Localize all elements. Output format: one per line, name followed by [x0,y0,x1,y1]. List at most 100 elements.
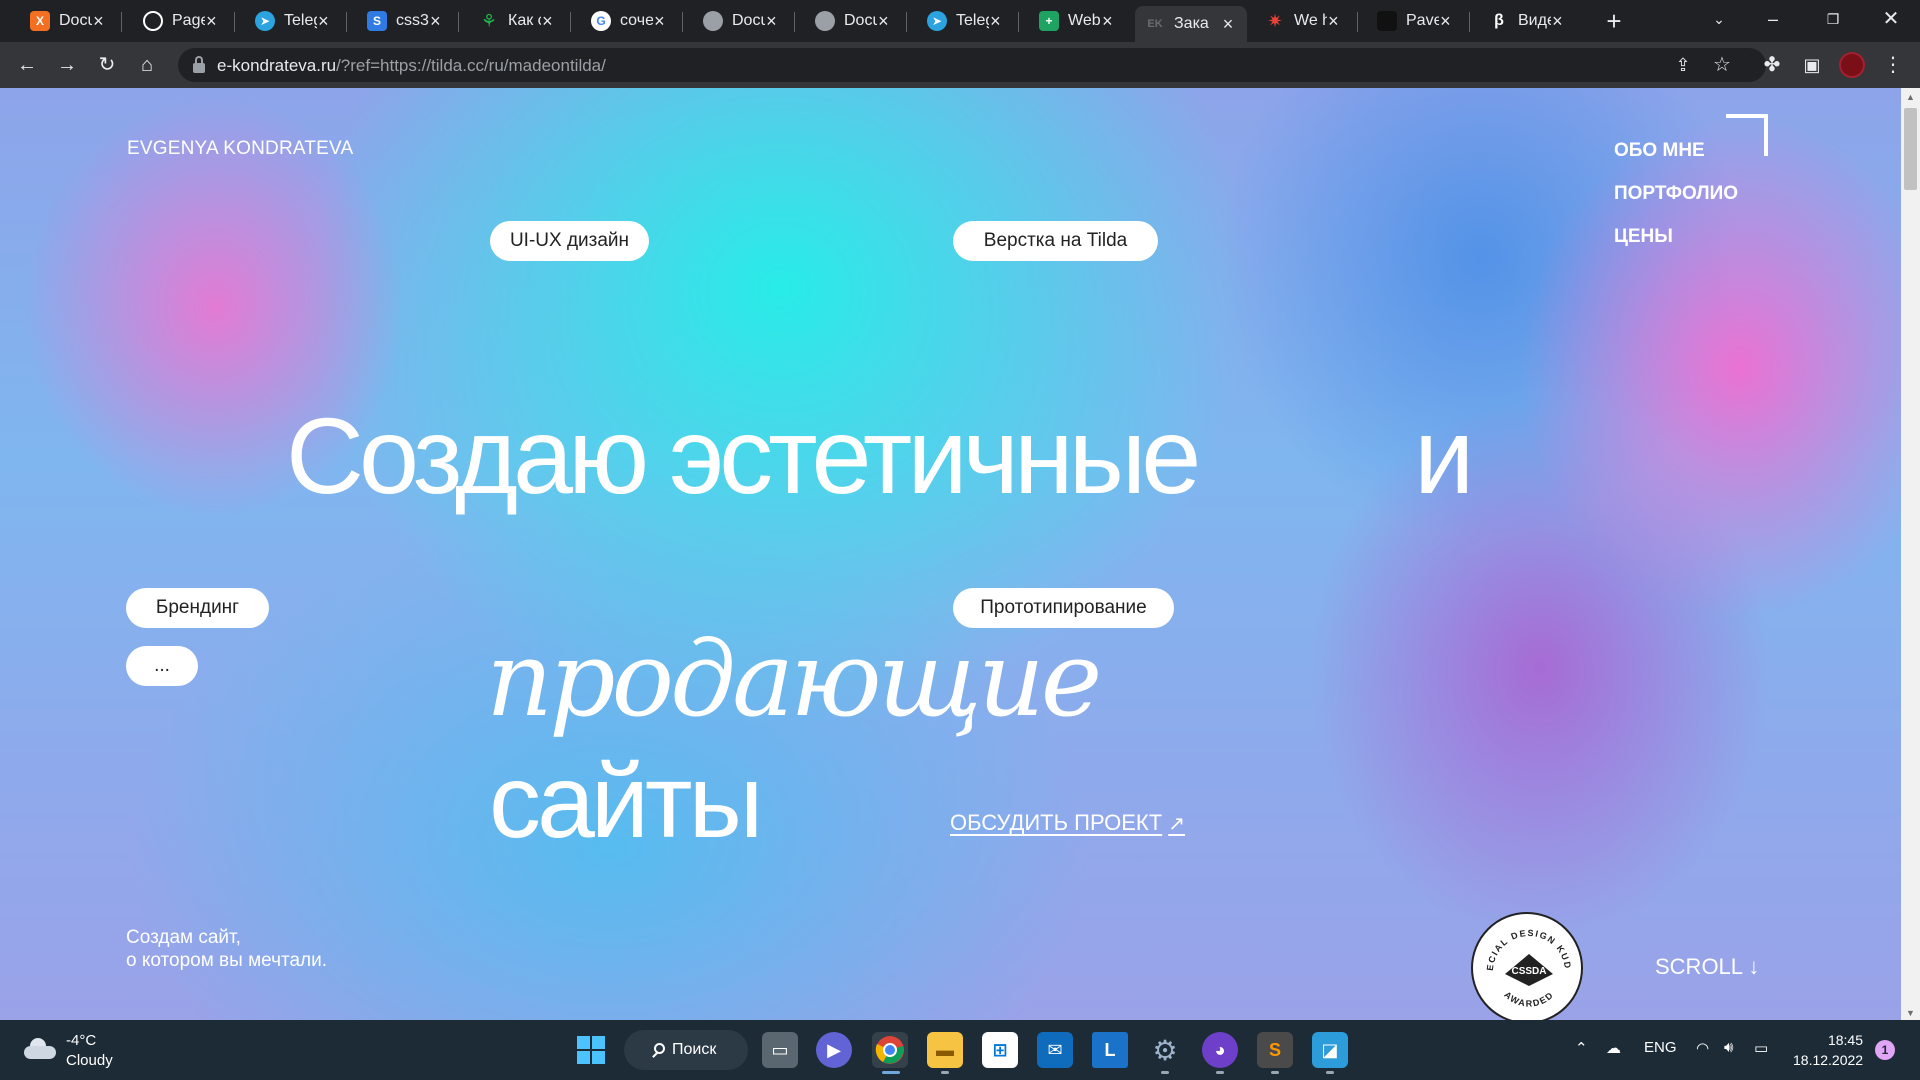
restore-button[interactable]: ❐ [1810,4,1856,34]
tab-title: Docu [59,12,92,29]
close-icon[interactable]: × [1439,11,1452,32]
system-clock[interactable]: 18:45 18.12.2022 [1793,1030,1863,1070]
browser-tab[interactable]: S css3 × [357,6,452,36]
github-desktop-icon[interactable]: ◕ [1202,1032,1238,1068]
notification-badge[interactable]: 1 [1875,1040,1895,1060]
settings-gear-icon[interactable]: ⚙ [1147,1032,1183,1068]
language-indicator[interactable]: ENG [1644,1039,1677,1056]
photos-icon[interactable]: ◪ [1312,1032,1348,1068]
onedrive-error-icon[interactable]: ☁ [1606,1039,1621,1057]
nav-about[interactable]: ОБО МНЕ [1614,140,1738,165]
bookmark-star-icon[interactable]: ☆ [1707,50,1737,80]
scroll-down-arrow-icon[interactable]: ▼ [1901,1008,1920,1018]
cssda-award-badge[interactable]: SPECIAL DESIGN KUDOS AWARDED CSSDA [1471,912,1583,1020]
tag-branding: Брендинг [126,588,269,628]
browser-tab[interactable]: β Виде × [1479,6,1574,36]
scroll-up-arrow-icon[interactable]: ▲ [1901,92,1920,102]
browser-tab[interactable]: X Docu × [20,6,115,36]
close-icon[interactable]: × [1219,14,1237,35]
svg-text:CSSDA: CSSDA [1511,966,1546,977]
page-scrollbar[interactable]: ▲ ▼ [1901,88,1920,1020]
scroll-indicator[interactable]: SCROLL ↓ [1655,954,1759,980]
battery-icon[interactable]: ▭ [1754,1039,1768,1057]
close-icon[interactable]: × [1551,11,1564,32]
sublime-text-icon[interactable]: S [1257,1032,1293,1068]
windows-taskbar: -4°C Cloudy Поиск ▭ ▶ ▬ ⊞ ✉ L ⚙ ◕ S ◪ ⌃ … [0,1020,1920,1080]
ek-logo-icon: EK [1147,18,1163,30]
browser-tab[interactable]: ✷ We h × [1255,6,1350,36]
browser-tab[interactable]: G соче × [581,6,676,36]
new-tab-button[interactable]: + [1599,6,1629,36]
active-indicator [882,1071,900,1074]
globe-icon [815,11,835,31]
browser-toolbar: ← → ↻ ⌂ e-kondrateva.ru/?ref=https://til… [0,42,1920,88]
tab-title: Page [172,12,205,29]
profile-avatar[interactable] [1839,52,1865,78]
cloud-icon[interactable] [24,1038,56,1060]
site-logo[interactable]: EVGENYA KONDRATEVA [127,138,353,160]
arrow-up-right-icon: ↗ [1168,813,1185,835]
close-icon[interactable]: × [989,11,1002,32]
hero-heading-line3: сайты [489,744,763,860]
share-icon[interactable]: ⇪ [1668,50,1698,80]
reload-icon[interactable]: ↻ [92,50,122,80]
discuss-project-link[interactable]: ОБСУДИТЬ ПРОЕКТ ↗ [950,810,1185,836]
scrollbar-thumb[interactable] [1904,108,1917,190]
windows-start-icon[interactable] [573,1032,609,1068]
file-explorer-icon[interactable]: ▬ [927,1032,963,1068]
weather-temp[interactable]: -4°C [66,1032,96,1049]
close-icon[interactable]: × [653,11,666,32]
stackoverflow-icon: S [367,11,387,31]
volume-icon[interactable]: 🔊︎ [1724,1039,1733,1056]
browser-tab[interactable]: ➤ Teleg × [917,6,1012,36]
hero-heading-line1: Создаю эстетичные [286,395,1201,516]
browser-tab[interactable]: Docu × [693,6,788,36]
tab-title: We h [1294,12,1327,29]
browser-tab-active[interactable]: EK Зака × [1135,6,1247,42]
browser-tab[interactable]: Page × [133,6,228,36]
side-panel-icon[interactable]: ▣ [1797,50,1827,80]
lock-icon[interactable] [192,56,206,74]
running-indicator [1326,1071,1334,1074]
browser-tab[interactable]: + Web × [1029,6,1124,36]
url-text[interactable]: e-kondrateva.ru/?ref=https://tilda.cc/ru… [217,56,606,76]
tab-title: Web [1068,12,1101,29]
chat-icon[interactable]: ▶ [816,1032,852,1068]
task-view-icon[interactable]: ▭ [762,1032,798,1068]
mail-icon[interactable]: ✉ [1037,1032,1073,1068]
close-window-button[interactable]: ✕ [1868,4,1914,34]
close-icon[interactable]: × [1101,11,1114,32]
close-icon[interactable]: × [92,11,105,32]
close-icon[interactable]: × [317,11,330,32]
close-icon[interactable]: × [1327,11,1340,32]
minimize-button[interactable]: – [1750,4,1796,34]
browser-tab[interactable]: ⚘ Как с × [469,6,564,36]
tab-search-chevron-icon[interactable]: ⌄ [1696,4,1742,34]
browser-tab[interactable]: Docu × [805,6,900,36]
nav-prices[interactable]: ЦЕНЫ [1614,226,1738,251]
chevron-up-icon[interactable]: ⌃ [1575,1039,1588,1057]
weather-condition[interactable]: Cloudy [66,1052,113,1069]
close-icon[interactable]: × [429,11,442,32]
close-icon[interactable]: × [205,11,218,32]
back-arrow-icon[interactable]: ← [12,50,42,80]
home-icon[interactable]: ⌂ [132,50,162,80]
hero-heading-and: и [1414,395,1474,516]
wifi-icon[interactable]: ◠ [1696,1039,1709,1057]
store-icon[interactable]: ⊞ [982,1032,1018,1068]
chrome-icon[interactable] [872,1032,908,1068]
l-app-icon[interactable]: L [1092,1032,1128,1068]
address-bar[interactable]: e-kondrateva.ru/?ref=https://tilda.cc/ru… [178,48,1766,82]
close-icon[interactable]: × [541,11,554,32]
close-icon[interactable]: × [765,11,778,32]
menu-dots-icon[interactable]: ⋮ [1878,50,1908,80]
telegram-icon: ➤ [927,11,947,31]
browser-tab[interactable]: Pave × [1367,6,1462,36]
nav-portfolio[interactable]: ПОРТФОЛИО [1614,183,1738,208]
globe-icon [703,11,723,31]
close-icon[interactable]: × [877,11,890,32]
forward-arrow-icon[interactable]: → [52,50,82,80]
browser-tab[interactable]: ➤ Teleg × [245,6,340,36]
taskbar-search[interactable]: Поиск [624,1030,748,1070]
extensions-puzzle-icon[interactable]: ✤ [1757,50,1787,80]
